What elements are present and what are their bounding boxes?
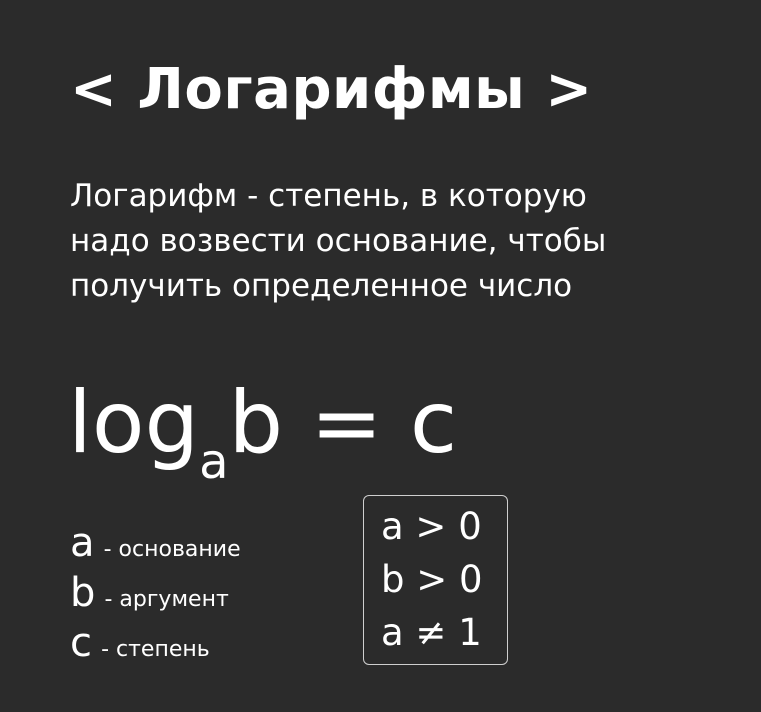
condition-item: a ≠ 1 [381,611,482,654]
legend-variable: b [70,570,96,616]
definition-line: Логарифм - степень, в которую [70,178,587,214]
formula-base: a [199,434,229,490]
definition-text: Логарифм - степень, в которую надо возве… [70,174,710,309]
formula-log: log [68,373,200,473]
page-title: < Логарифмы > [70,57,593,122]
condition-item: a > 0 [381,505,482,548]
log-formula: logab = c [68,368,457,491]
legend-item: c - степень [70,618,241,668]
legend-item: a - основание [70,518,241,568]
condition-item: b > 0 [381,558,483,601]
conditions-box: a > 0 b > 0 a ≠ 1 [363,495,508,665]
variable-legend: a - основание b - аргумент c - степень [70,518,241,668]
legend-variable: c [70,620,92,666]
legend-item: b - аргумент [70,568,241,618]
definition-line: надо возвести основание, чтобы [70,223,607,259]
legend-description: - основание [103,537,241,562]
legend-description: - аргумент [104,587,229,612]
legend-description: - степень [101,637,210,662]
slide: < Логарифмы > Логарифм - степень, в кото… [0,0,761,712]
definition-line: получить определенное число [70,268,573,304]
legend-variable: a [70,520,95,566]
formula-rest: b = c [228,373,458,473]
